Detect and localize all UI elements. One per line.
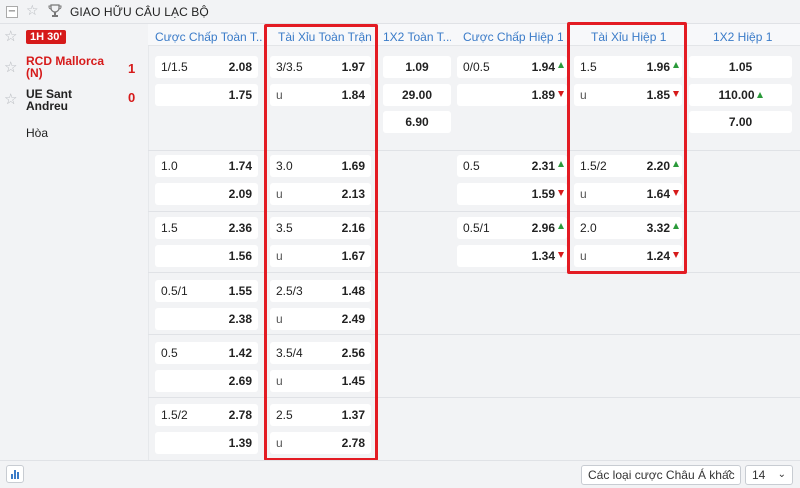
odds-cell[interactable]: 1.5 2.36 [155,217,258,239]
odds-cell[interactable]: 0.5/1 2.96 [457,217,567,239]
chevron-down-icon: ⌄ [777,469,786,480]
other-asian-bets-button[interactable]: Các loại cược Châu Á khác ⌃ [581,465,741,485]
away-team-name[interactable]: UE Sant Andreu [26,88,116,112]
league-title: GIAO HỮU CÂU LẠC BỘ [70,5,209,19]
odds-cell[interactable]: 1.0 1.74 [155,155,258,177]
divider [148,334,800,335]
bar-chart-icon [11,470,19,479]
odds-down-icon [558,190,564,196]
trophy-icon [48,4,62,17]
col-header-1x2-h1: 1X2 Hiệp 1 [713,30,773,44]
star-icon[interactable]: ☆ [26,3,39,19]
odds-cell[interactable]: 1/1.5 2.08 [155,56,258,78]
odds-cell[interactable]: 1.59 [457,183,567,205]
live-time-badge: 1H 30' [26,30,66,44]
odds-cell[interactable]: 1.05 [689,56,792,78]
odds-cell[interactable]: 110.00 [689,84,792,106]
odds-cell[interactable]: 1.34 [457,245,567,267]
col-header-1x2-full: 1X2 Toàn T... [383,30,451,44]
odds-cell[interactable]: 29.00 [383,84,451,106]
odds-cell[interactable]: 1.75 [155,84,258,106]
star-icon[interactable]: ☆ [4,58,17,76]
footer-bar: Các loại cược Châu Á khác ⌃ 14 ⌄ [0,460,800,488]
odds-cell[interactable]: 1.5/2 2.78 [155,404,258,426]
odds-cell[interactable]: 2.69 [155,370,258,392]
odds-cell[interactable]: 0.5 2.31 [457,155,567,177]
odds-up-icon [558,223,564,229]
odds-cell[interactable]: 7.00 [689,111,792,133]
divider [148,150,800,151]
odds-down-icon [558,252,564,258]
star-icon[interactable]: ☆ [4,90,17,108]
odds-down-icon [558,91,564,97]
draw-label: Hòa [26,126,49,140]
odds-cell[interactable]: 2.09 [155,183,258,205]
odds-up-icon [558,62,564,68]
odds-cell[interactable]: 1.56 [155,245,258,267]
collapse-icon[interactable]: − [6,6,18,18]
odds-up-icon [558,161,564,167]
col-header-ah-h1: Cược Chấp Hiệp 1 [463,30,563,44]
away-score: 0 [128,90,136,105]
odds-cell[interactable]: 1.09 [383,56,451,78]
home-team-name[interactable]: RCD Mallorca (N) [26,55,116,79]
highlight-box-ou-full [264,24,378,461]
match-info: ☆ 1H 30' ☆ RCD Mallorca (N) 1 ☆ UE Sant … [0,24,148,460]
home-score: 1 [128,61,136,76]
odds-cell[interactable]: 6.90 [383,111,451,133]
divider [148,397,800,398]
highlight-box-ou-h1 [567,22,687,274]
odds-cell[interactable]: 1.39 [155,432,258,454]
league-header: − ☆ GIAO HỮU CÂU LẠC BỘ [0,0,800,24]
star-icon[interactable]: ☆ [4,27,17,45]
odds-cell[interactable]: 1.89 [457,84,567,106]
stats-button[interactable] [6,465,24,483]
odds-cell[interactable]: 0/0.5 1.94 [457,56,567,78]
col-header-ah-full: Cược Chấp Toàn T... [155,30,263,44]
odds-cell[interactable]: 2.38 [155,308,258,330]
odds-cell[interactable]: 0.5/1 1.55 [155,280,258,302]
odds-up-icon [756,92,763,98]
page-size-select[interactable]: 14 ⌄ [745,465,793,485]
chevron-up-icon: ⌃ [724,468,734,481]
divider [148,272,800,273]
divider [148,211,800,212]
odds-cell[interactable]: 0.5 1.42 [155,342,258,364]
